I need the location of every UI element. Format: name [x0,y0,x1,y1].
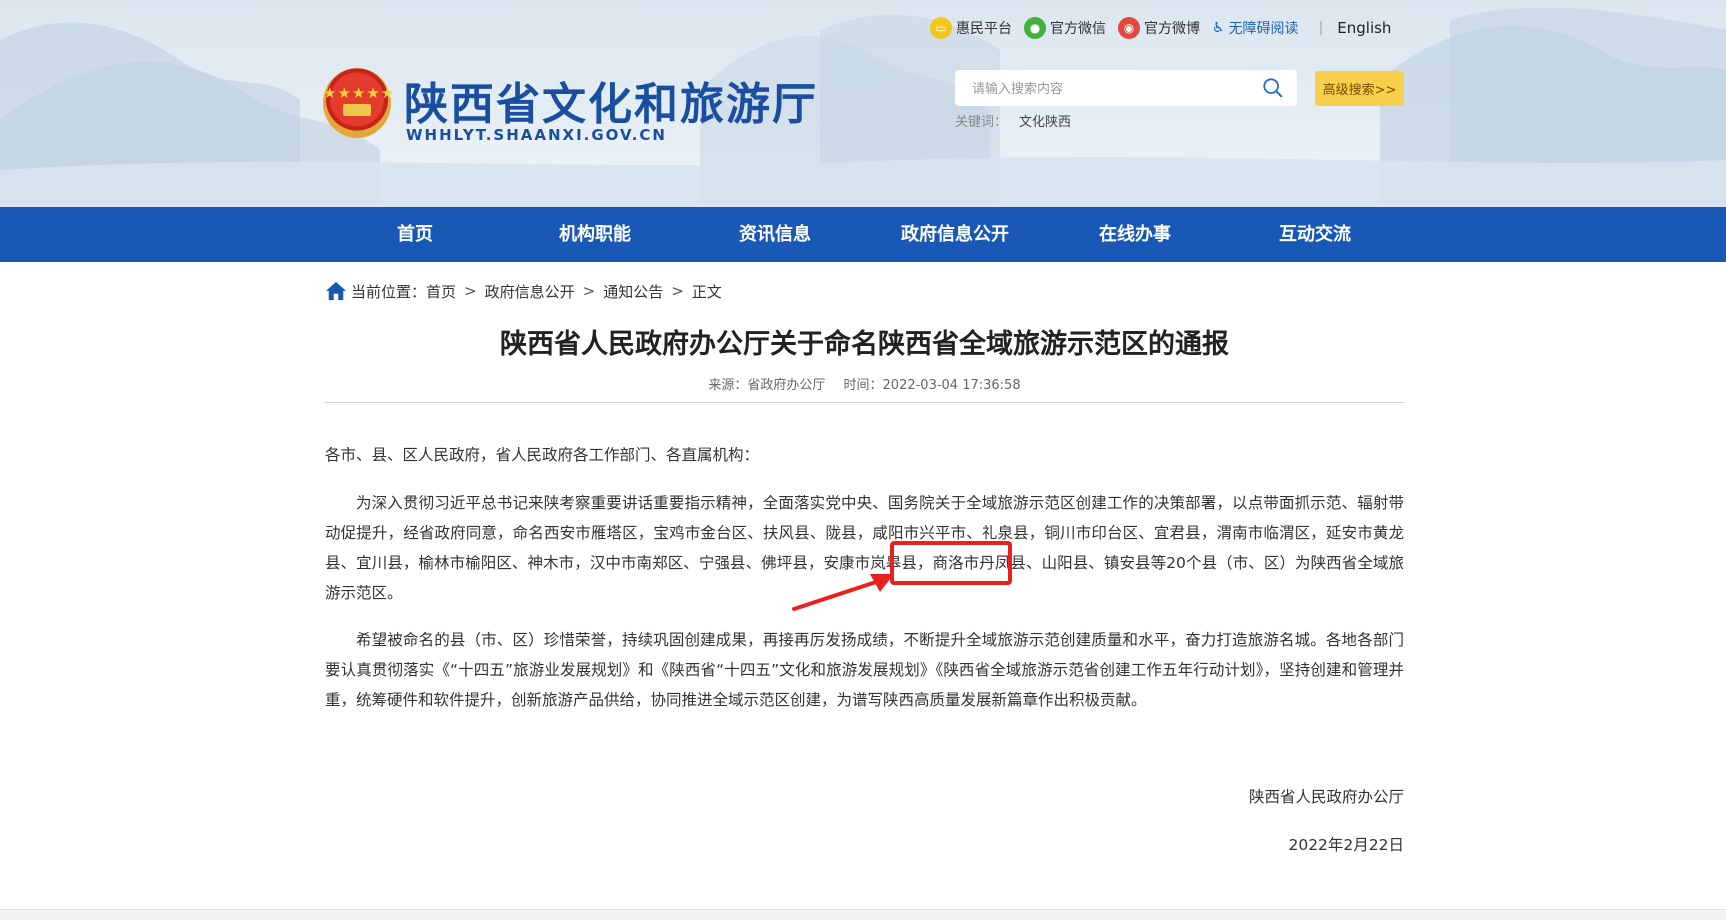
annotation-highlight-box [890,541,1012,585]
monitor-icon: ▭ [930,17,952,39]
article-title: 陕西省人民政府办公厅关于命名陕西省全域旅游示范区的通报 [500,329,1229,360]
accessibility-icon: ♿ [1212,20,1225,36]
breadcrumb-notices[interactable]: 通知公告 [603,281,663,302]
site-header: ★★★★★ 陕西省文化和旅游厅 WHHLYT.SHAANXI.GOV.CN ▭ … [0,0,1726,207]
accessibility-label: 无障碍阅读 [1228,21,1299,37]
search-input[interactable] [955,70,1252,106]
annotation-arrow-icon [792,574,894,611]
official-wechat-label: 官方微信 [1050,21,1106,37]
official-weibo-label: 官方微博 [1144,21,1200,37]
article-paragraph-2: 希望被命名的县（市、区）珍惜荣誉，持续巩固创建成果，再接再厉发扬成绩，不断提升全… [325,631,1404,709]
accessibility-link[interactable]: ♿ 无障碍阅读 [1212,18,1299,38]
article-meta: 来源：省政府办公厅 时间：2022-03-04 17:36:58 [325,374,1404,393]
signature-organization: 陕西省人民政府办公厅 [1248,788,1404,806]
toplink-separator: | [1318,20,1324,36]
nav-item-news[interactable]: 资讯信息 [695,207,855,262]
huimin-platform-label: 惠民平台 [956,21,1012,37]
breadcrumb-label: 当前位置： [351,282,427,301]
breadcrumb-current: 正文 [691,282,722,301]
article-salutation: 各市、县、区人民政府，省人民政府各工作部门、各直属机构： [325,446,760,464]
article-time: 时间：2022-03-04 17:36:58 [843,378,1021,393]
main-nav: 首页 机构职能 资讯信息 政府信息公开 在线办事 互动交流 [0,207,1726,262]
advanced-search-button[interactable]: 高级搜索>> [1315,71,1404,106]
title-divider [325,402,1404,403]
nav-item-gov-info[interactable]: 政府信息公开 [875,207,1035,262]
nav-item-online-services[interactable]: 在线办事 [1055,207,1215,262]
keyword-link[interactable]: 文化陕西 [1019,115,1071,130]
official-wechat-link[interactable]: ● 官方微信 [1024,17,1106,39]
wechat-icon: ● [1024,17,1046,39]
article-source: 来源：省政府办公厅 [708,378,826,393]
home-icon [326,281,346,301]
search-box [955,70,1297,106]
official-weibo-link[interactable]: ◉ 官方微博 [1118,17,1200,39]
breadcrumb-separator: > [582,282,596,300]
search-keywords: 关键词： 文化陕西 [955,111,1071,130]
nav-item-organization[interactable]: 机构职能 [515,207,675,262]
nav-item-interaction[interactable]: 互动交流 [1235,207,1395,262]
site-url: WHHLYT.SHAANXI.GOV.CN [406,126,667,144]
bottom-bar [0,909,1726,920]
weibo-icon: ◉ [1118,17,1140,39]
breadcrumb-separator: > [671,282,684,300]
breadcrumb: 当前位置： 首页 > 政府信息公开 > 通知公告 > 正文 [325,279,722,303]
search-icon[interactable] [1262,77,1284,99]
nav-item-home[interactable]: 首页 [335,207,495,262]
breadcrumb-home[interactable]: 首页 [426,281,456,302]
national-emblem-logo: ★★★★★ [323,68,394,138]
signature-date: 2022年2月22日 [1288,836,1404,854]
breadcrumb-separator: > [464,282,477,300]
mountain-background [0,7,1726,207]
english-link[interactable]: English [1337,19,1391,37]
huimin-platform-link[interactable]: ▭ 惠民平台 [930,17,1012,39]
breadcrumb-gov-info[interactable]: 政府信息公开 [485,281,575,302]
site-name[interactable]: 陕西省文化和旅游厅 [404,68,818,132]
top-links: ▭ 惠民平台 ● 官方微信 ◉ 官方微博 ♿ 无障碍阅读 | English [930,16,1391,40]
keywords-label: 关键词： [955,115,1008,130]
